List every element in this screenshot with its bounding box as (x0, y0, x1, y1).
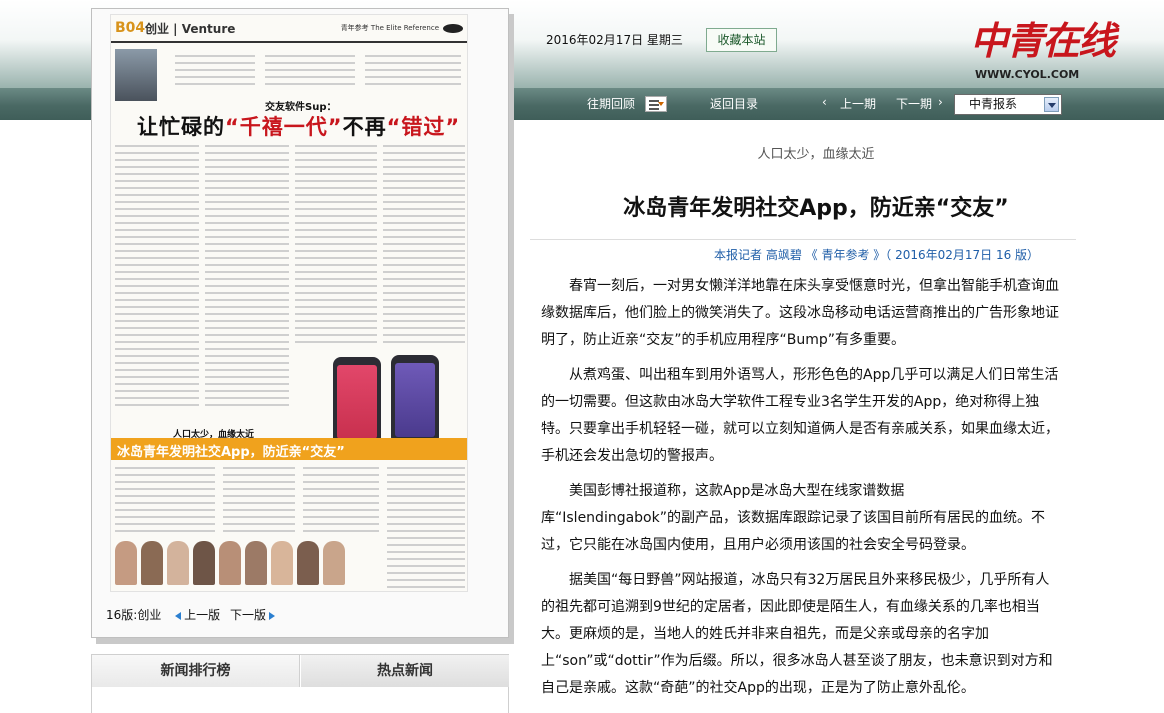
author-portrait (115, 49, 157, 101)
text-column (175, 55, 255, 90)
phone-image (333, 357, 381, 447)
page-navigation: 16版:创业 上一版 下一版 (106, 606, 276, 623)
text-column (365, 55, 461, 90)
text-column (265, 55, 355, 90)
paper-banner-title: 冰岛青年发明社交App，防近亲“交友” (117, 445, 345, 460)
text-column (205, 145, 289, 411)
face-image (271, 541, 293, 585)
article-paragraph: 上“son”或“dottir”作为后缀。所以，很多冰岛人甚至谈了朋友，也未意识到… (541, 653, 1053, 696)
article-paragraph: 美国彭博社报道称，这款App是冰岛大型在线家谱数据 (569, 483, 905, 499)
prev-page-link[interactable]: 上一版 (184, 608, 220, 622)
article-kicker: 人口太少，血缘太近 (757, 147, 875, 162)
article-paragraph: 从煮鸡蛋、叫出租车到用外语骂人，形形色色的App几乎可以满足人们日常生活的一切需… (541, 367, 1059, 464)
next-page-link[interactable]: 下一版 (230, 608, 266, 622)
face-image (297, 541, 319, 585)
paper-select-value: 中青报系 (969, 97, 1018, 111)
face-image (245, 541, 267, 585)
current-page-label: 16版:创业 (106, 608, 162, 622)
paper-masthead: B04 创业 | Venture 青年参考 The Elite Referenc… (111, 15, 467, 43)
text-column (115, 145, 199, 411)
paper-headline: 让忙碌的“千禧一代”不再“错过” (137, 115, 461, 139)
site-url: WWW.CYOL.COM (975, 68, 1080, 81)
chevron-down-icon[interactable] (1044, 97, 1059, 112)
face-image (193, 541, 215, 585)
paper-banner: 冰岛青年发明社交App，防近亲“交友” (111, 438, 467, 460)
tab-hot-news[interactable]: 热点新闻 (301, 655, 509, 687)
article-byline: 本报记者 高飒碧 《 青年参考 》（ 2016年02月17日 16 版） (714, 248, 1040, 262)
text-column (115, 467, 215, 537)
chevron-right-icon[interactable]: › (938, 95, 943, 109)
return-toc-link[interactable]: 返回目录 (710, 95, 758, 112)
article-paragraph: 春宵一刻后，一对男女懒洋洋地靠在床头享受惬意时光，但拿出智能手机查询血缘数据库后… (541, 278, 1059, 348)
face-image (115, 541, 137, 585)
text-column (223, 467, 295, 537)
title-divider (530, 239, 1076, 240)
past-issues-link[interactable]: 往期回顾 (587, 95, 635, 112)
prev-issue-link[interactable]: 上一期 (840, 95, 876, 112)
tab-news-ranking[interactable]: 新闻排行榜 (92, 655, 300, 687)
current-date: 2016年02月17日 星期三 (546, 33, 683, 47)
paper-brand: 青年参考 The Elite Reference (340, 24, 439, 32)
bookmark-site-button[interactable]: 收藏本站 (706, 28, 777, 52)
paper-section: 创业 | Venture (145, 22, 236, 36)
calendar-list-icon[interactable] (645, 96, 667, 112)
face-image (167, 541, 189, 585)
text-column (295, 145, 377, 348)
text-column (383, 145, 465, 348)
article-paragraph: 据美国“每日野兽”网站报道，冰岛只有32万居民且外来移民极少，几乎所有人的祖先都… (541, 572, 1050, 642)
app-phones-photo (331, 355, 441, 447)
face-image (219, 541, 241, 585)
face-image (141, 541, 163, 585)
ranking-panel: 新闻排行榜 热点新闻 (91, 654, 509, 713)
arrow-right-icon[interactable] (269, 611, 276, 620)
phone-image (391, 355, 439, 445)
arrow-left-icon[interactable] (175, 611, 182, 620)
paper-select[interactable]: 中青报系 (954, 94, 1062, 115)
chevron-left-icon[interactable]: ‹ (822, 95, 827, 109)
paper-page-number: B04 (115, 20, 146, 36)
faces-photo-strip (115, 541, 365, 585)
site-logo[interactable]: 中青在线 (970, 10, 1116, 65)
text-column (387, 467, 465, 591)
face-image (323, 541, 345, 585)
next-issue-link[interactable]: 下一期 (896, 95, 932, 112)
article-paragraph: 库“Islendingabok”的副产品，该数据库跟踪记录了该国目前所有居民的血… (541, 510, 1045, 553)
eye-logo-icon (443, 24, 463, 33)
text-column (303, 467, 379, 537)
article-title: 冰岛青年发明社交App，防近亲“交友” (623, 196, 1009, 221)
article-body: 春宵一刻后，一对男女懒洋洋地靠在床头享受惬意时光，但拿出智能手机查询血缘数据库后… (541, 273, 1061, 710)
newspaper-page-thumbnail[interactable]: B04 创业 | Venture 青年参考 The Elite Referenc… (110, 14, 468, 592)
